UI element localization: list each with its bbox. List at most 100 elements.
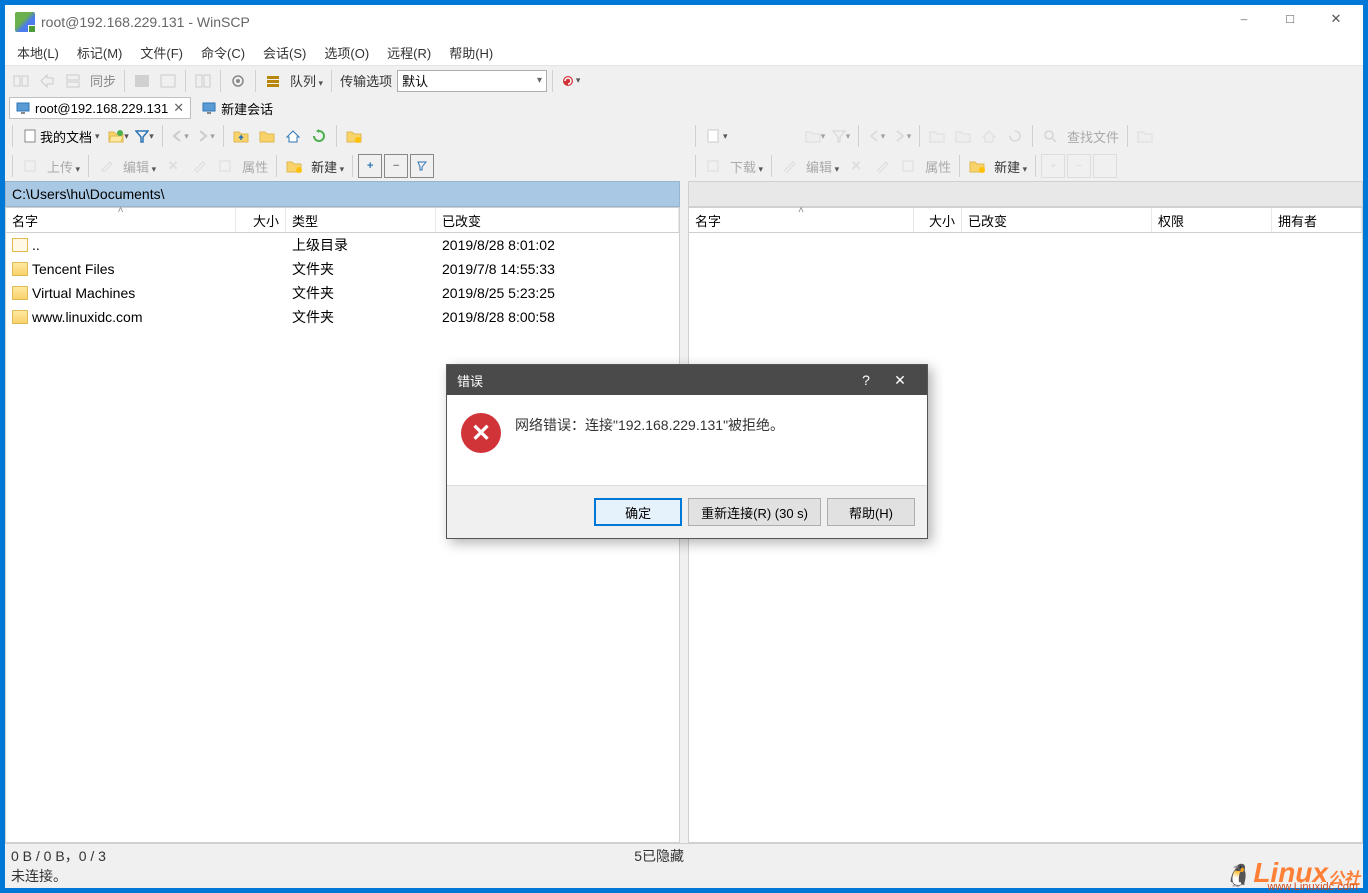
filter-icon[interactable]: [829, 124, 853, 148]
menu-help[interactable]: 帮助(H): [441, 40, 501, 65]
local-drive-combo[interactable]: 我的文档: [18, 124, 105, 148]
rename-icon[interactable]: [870, 154, 894, 178]
edit-icon[interactable]: [777, 154, 801, 178]
forward-icon[interactable]: [194, 124, 218, 148]
bookmark-icon[interactable]: [1133, 124, 1157, 148]
upload-label[interactable]: 上传: [44, 157, 83, 176]
delete-x-icon[interactable]: ✕: [161, 154, 185, 178]
dialog-close-icon[interactable]: ✕: [883, 368, 917, 392]
menu-session[interactable]: 会话(S): [255, 40, 314, 65]
invert-select-icon[interactable]: [1093, 154, 1117, 178]
remote-drive-combo[interactable]: [701, 124, 801, 148]
root-folder-icon[interactable]: [255, 124, 279, 148]
transfer-preset-select[interactable]: 默认: [397, 70, 547, 92]
table-row[interactable]: Virtual Machines文件夹2019/8/25 5:23:25: [6, 281, 679, 305]
properties-icon[interactable]: [213, 154, 237, 178]
back-icon[interactable]: [864, 124, 888, 148]
penguin-icon: 🐧: [1224, 863, 1251, 889]
refresh-icon[interactable]: [558, 69, 582, 93]
preferences-icon[interactable]: [226, 69, 250, 93]
edit-icon[interactable]: [94, 154, 118, 178]
col-changed[interactable]: 已改变: [436, 208, 679, 232]
select-none-icon[interactable]: −: [384, 154, 408, 178]
sync-browse-icon[interactable]: [61, 69, 85, 93]
local-path[interactable]: C:\Users\hu\Documents\: [5, 181, 680, 207]
file-type: 文件夹: [286, 283, 436, 303]
parent-folder-icon[interactable]: [229, 124, 253, 148]
parent-folder-icon[interactable]: [925, 124, 949, 148]
status-hidden: 5已隐藏: [634, 846, 684, 866]
select-all-icon[interactable]: +: [1041, 154, 1065, 178]
explorer-icon[interactable]: [156, 69, 180, 93]
sync-dirs-icon[interactable]: [35, 69, 59, 93]
folder-icon: [12, 310, 28, 324]
col-name[interactable]: 名字: [689, 208, 914, 232]
new-label[interactable]: 新建: [991, 157, 1030, 176]
home-icon[interactable]: [977, 124, 1001, 148]
edit-label[interactable]: 编辑: [120, 157, 159, 176]
local-action-toolbar: 上传 编辑 ✕ 属性 新建 + −: [5, 151, 680, 181]
root-folder-icon[interactable]: [951, 124, 975, 148]
open-folder-icon[interactable]: [107, 124, 131, 148]
close-button[interactable]: ✕: [1313, 5, 1359, 33]
session-tab-active[interactable]: root@192.168.229.131 ✕: [9, 97, 191, 119]
col-size[interactable]: 大小: [914, 208, 962, 232]
col-rights[interactable]: 权限: [1152, 208, 1272, 232]
select-all-icon[interactable]: +: [358, 154, 382, 178]
menubar: 本地(L) 标记(M) 文件(F) 命令(C) 会话(S) 选项(O) 远程(R…: [5, 39, 1363, 65]
commander-icon[interactable]: [191, 69, 215, 93]
bookmark-icon[interactable]: [342, 124, 366, 148]
rename-icon[interactable]: [187, 154, 211, 178]
col-size[interactable]: 大小: [236, 208, 286, 232]
open-folder-icon[interactable]: [803, 124, 827, 148]
table-row[interactable]: Tencent Files文件夹2019/7/8 14:55:33: [6, 257, 679, 281]
download-icon[interactable]: [701, 154, 725, 178]
queue-icon[interactable]: [261, 69, 285, 93]
table-row[interactable]: www.linuxidc.com文件夹2019/8/28 8:00:58: [6, 305, 679, 329]
help-button[interactable]: 帮助(H): [827, 498, 915, 526]
home-icon[interactable]: [281, 124, 305, 148]
col-changed[interactable]: 已改变: [962, 208, 1152, 232]
compare-icon[interactable]: [9, 69, 33, 93]
col-type[interactable]: 类型: [286, 208, 436, 232]
invert-select-icon[interactable]: [410, 154, 434, 178]
col-name[interactable]: 名字: [6, 208, 236, 232]
table-row[interactable]: ..上级目录2019/8/28 8:01:02: [6, 233, 679, 257]
minimize-button[interactable]: –: [1221, 5, 1267, 33]
ok-button[interactable]: 确定: [594, 498, 682, 526]
terminal-icon[interactable]: [130, 69, 154, 93]
menu-remote[interactable]: 远程(R): [379, 40, 439, 65]
properties-icon[interactable]: [896, 154, 920, 178]
props-label[interactable]: 属性: [239, 157, 271, 176]
new-session-tab[interactable]: 新建会话: [195, 97, 280, 119]
new-label[interactable]: 新建: [308, 157, 347, 176]
statusbar: 0 B / 0 B，0 / 3 5已隐藏 未连接。: [5, 843, 1363, 888]
forward-icon[interactable]: [890, 124, 914, 148]
dialog-help-icon[interactable]: ?: [849, 368, 883, 392]
maximize-button[interactable]: □: [1267, 5, 1313, 33]
menu-local[interactable]: 本地(L): [9, 40, 67, 65]
menu-file[interactable]: 文件(F): [132, 40, 191, 65]
reload-icon[interactable]: [307, 124, 331, 148]
select-none-icon[interactable]: −: [1067, 154, 1091, 178]
props-label[interactable]: 属性: [922, 157, 954, 176]
menu-mark[interactable]: 标记(M): [69, 40, 131, 65]
menu-command[interactable]: 命令(C): [193, 40, 253, 65]
close-tab-icon[interactable]: ✕: [173, 100, 184, 116]
download-label[interactable]: 下载: [727, 157, 766, 176]
reload-icon[interactable]: [1003, 124, 1027, 148]
new-folder-icon[interactable]: [282, 154, 306, 178]
upload-icon[interactable]: [18, 154, 42, 178]
new-folder-icon[interactable]: [965, 154, 989, 178]
edit-label[interactable]: 编辑: [803, 157, 842, 176]
find-files-icon[interactable]: [1038, 124, 1062, 148]
titlebar: root@192.168.229.131 - WinSCP – □ ✕: [5, 5, 1363, 39]
reconnect-button[interactable]: 重新连接(R) (30 s): [688, 498, 821, 526]
back-icon[interactable]: [168, 124, 192, 148]
menu-options[interactable]: 选项(O): [316, 40, 377, 65]
col-owner[interactable]: 拥有者: [1272, 208, 1362, 232]
filter-icon[interactable]: [133, 124, 157, 148]
queue-label[interactable]: 队列: [287, 71, 326, 90]
find-files-label[interactable]: 查找文件: [1064, 127, 1122, 146]
delete-x-icon[interactable]: ✕: [844, 154, 868, 178]
